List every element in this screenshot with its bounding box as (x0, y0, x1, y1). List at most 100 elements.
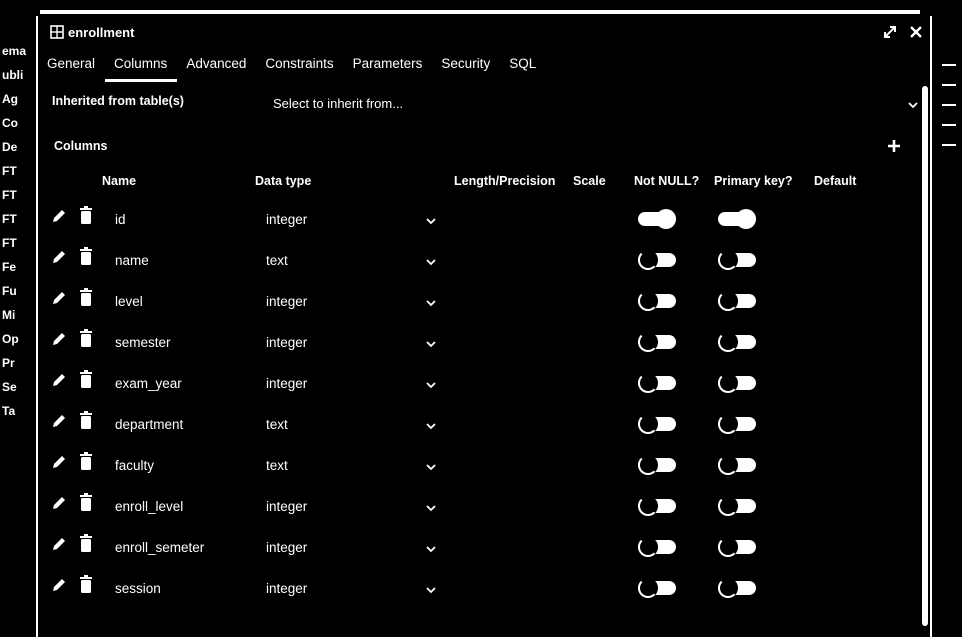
not-null-toggle[interactable] (638, 291, 676, 311)
data-type-select[interactable]: integer (266, 212, 438, 232)
header-name: Name (102, 174, 137, 188)
chevron-down-icon (424, 419, 438, 433)
header-not-null: Not NULL? (634, 174, 700, 188)
columns-table: id integer name text level integer semester int… (38, 200, 934, 610)
data-type-select[interactable]: integer (266, 540, 438, 560)
title-actions (882, 24, 924, 40)
not-null-toggle[interactable] (638, 496, 676, 516)
tab-constraints[interactable]: Constraints (256, 54, 343, 82)
data-type-select[interactable]: text (266, 417, 438, 437)
column-name[interactable]: exam_year (115, 376, 182, 391)
chevron-down-icon (424, 542, 438, 556)
trash-icon[interactable] (78, 247, 94, 267)
background-right-mark (942, 84, 956, 86)
data-type-select[interactable]: integer (266, 335, 438, 355)
primary-key-toggle[interactable] (718, 373, 756, 393)
toggle-knob (638, 455, 658, 475)
column-name[interactable]: enroll_semeter (115, 540, 204, 555)
chevron-down-icon (424, 214, 438, 228)
trash-icon[interactable] (78, 575, 94, 595)
not-null-toggle[interactable] (638, 414, 676, 434)
column-name[interactable]: session (115, 581, 161, 596)
edit-icon[interactable] (50, 453, 68, 471)
trash-icon[interactable] (78, 329, 94, 349)
trash-icon[interactable] (78, 493, 94, 513)
edit-icon[interactable] (50, 207, 68, 225)
edit-icon[interactable] (50, 330, 68, 348)
edit-icon[interactable] (50, 248, 68, 266)
table-icon (50, 25, 64, 39)
scrollbar[interactable] (922, 86, 928, 626)
trash-icon[interactable] (78, 370, 94, 390)
not-null-toggle[interactable] (638, 209, 676, 229)
column-name[interactable]: level (115, 294, 143, 309)
edit-icon[interactable] (50, 535, 68, 553)
dialog-titlebar[interactable]: enrollment (38, 16, 930, 50)
dialog-title: enrollment (68, 25, 135, 40)
background-right-mark (942, 144, 956, 146)
column-name[interactable]: faculty (115, 458, 154, 473)
close-icon[interactable] (908, 24, 924, 40)
tab-sql[interactable]: SQL (500, 54, 546, 82)
tab-parameters[interactable]: Parameters (344, 54, 433, 82)
edit-icon[interactable] (50, 289, 68, 307)
tab-security[interactable]: Security (432, 54, 500, 82)
trash-icon[interactable] (78, 206, 94, 226)
header-primary-key: Primary key? (714, 174, 793, 188)
primary-key-toggle[interactable] (718, 332, 756, 352)
not-null-toggle[interactable] (638, 578, 676, 598)
data-type-select[interactable]: text (266, 458, 438, 478)
not-null-toggle[interactable] (638, 332, 676, 352)
primary-key-toggle[interactable] (718, 291, 756, 311)
trash-icon[interactable] (78, 534, 94, 554)
trash-icon[interactable] (78, 411, 94, 431)
data-type-select[interactable]: integer (266, 499, 438, 519)
expand-icon[interactable] (882, 24, 898, 40)
data-type-select[interactable]: integer (266, 294, 438, 314)
column-name[interactable]: enroll_level (115, 499, 183, 514)
inherit-row: Inherited from table(s) Select to inheri… (52, 94, 922, 116)
edit-icon[interactable] (50, 371, 68, 389)
header-data-type: Data type (255, 174, 312, 188)
data-type-select[interactable]: text (266, 253, 438, 273)
column-row: faculty text (38, 446, 934, 487)
chevron-down-icon (424, 583, 438, 597)
column-row: id integer (38, 200, 934, 241)
data-type-select[interactable]: integer (266, 581, 438, 601)
not-null-toggle[interactable] (638, 537, 676, 557)
primary-key-toggle[interactable] (718, 209, 756, 229)
toggle-knob (638, 414, 658, 434)
primary-key-toggle[interactable] (718, 250, 756, 270)
not-null-toggle[interactable] (638, 455, 676, 475)
primary-key-toggle[interactable] (718, 414, 756, 434)
edit-icon[interactable] (50, 494, 68, 512)
primary-key-toggle[interactable] (718, 496, 756, 516)
not-null-toggle[interactable] (638, 250, 676, 270)
column-row: enroll_semeter integer (38, 528, 934, 569)
tab-general[interactable]: General (38, 54, 105, 82)
column-row: name text (38, 241, 934, 282)
not-null-toggle[interactable] (638, 373, 676, 393)
edit-icon[interactable] (50, 412, 68, 430)
chevron-down-icon (424, 337, 438, 351)
toggle-knob (718, 578, 738, 598)
column-name[interactable]: semester (115, 335, 171, 350)
inherit-select[interactable]: Select to inherit from... (273, 96, 920, 116)
background-sidebar: ema ubli Ag Co De FT FT FT FT Fe Fu Mi Op Pr Se Ta (0, 0, 36, 637)
column-name[interactable]: id (115, 212, 126, 227)
column-name[interactable]: name (115, 253, 149, 268)
trash-icon[interactable] (78, 288, 94, 308)
column-name[interactable]: department (115, 417, 183, 432)
data-type-select[interactable]: integer (266, 376, 438, 396)
primary-key-toggle[interactable] (718, 537, 756, 557)
background-sidebar-label: Fe (2, 260, 17, 274)
edit-icon[interactable] (50, 576, 68, 594)
add-column-button[interactable] (886, 138, 902, 154)
tab-columns[interactable]: Columns (105, 54, 178, 82)
primary-key-toggle[interactable] (718, 455, 756, 475)
trash-icon[interactable] (78, 452, 94, 472)
data-type-value: integer (266, 540, 308, 555)
tab-advanced[interactable]: Advanced (177, 54, 256, 82)
primary-key-toggle[interactable] (718, 578, 756, 598)
toggle-knob (638, 373, 658, 393)
